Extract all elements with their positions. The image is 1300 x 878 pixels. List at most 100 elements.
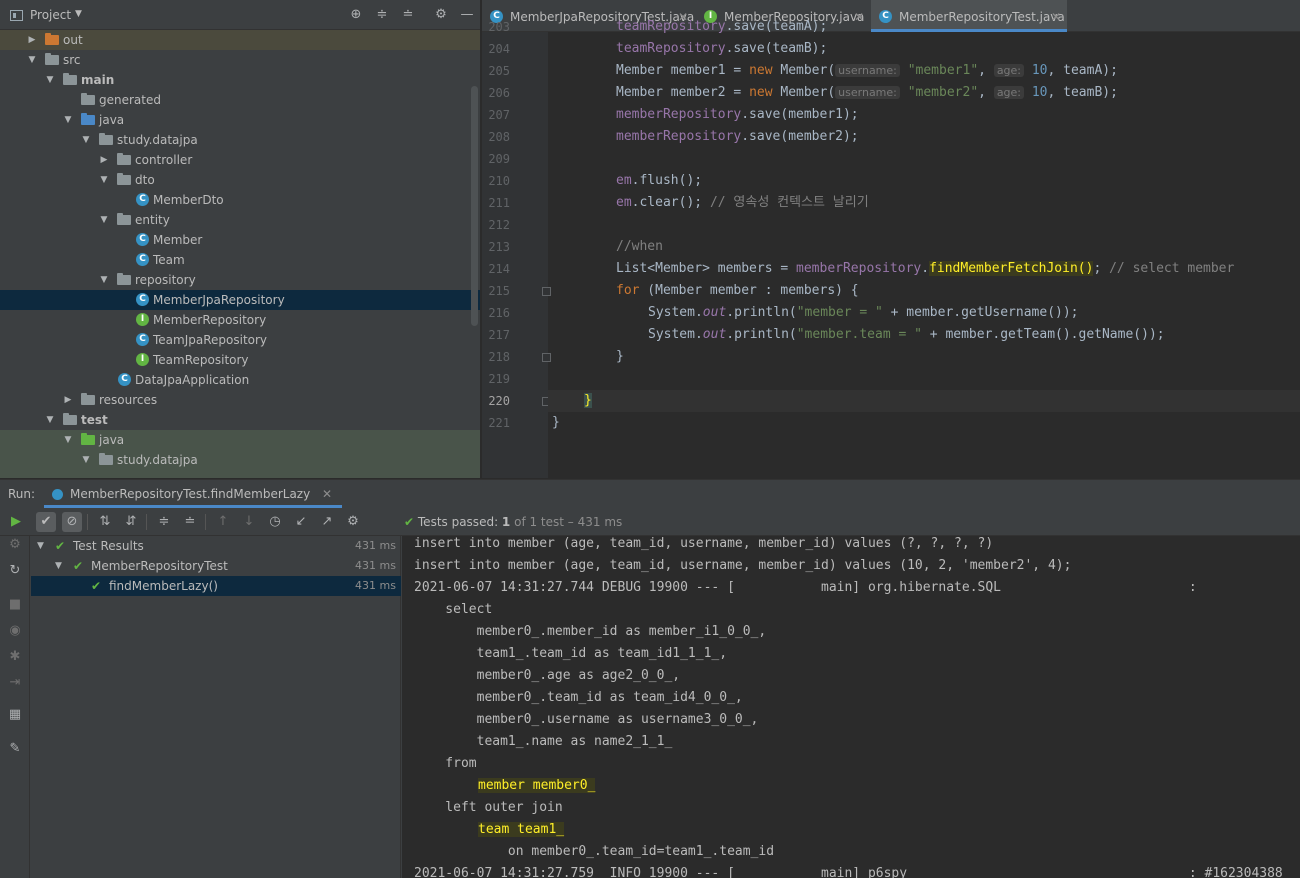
tree-item-datajpaapplication[interactable]: C DataJpaApplication (0, 370, 480, 390)
code-line: //when (616, 239, 663, 254)
folder-generated-icon (81, 93, 95, 105)
collapse-all-icon[interactable]: ≐ (399, 6, 417, 24)
package-icon (99, 133, 113, 145)
tree-item-main[interactable]: ▼ main (0, 70, 480, 90)
code-line: } (552, 415, 560, 430)
close-icon[interactable]: ✕ (322, 487, 332, 501)
tree-item-test-java[interactable]: ▼ java (0, 430, 480, 450)
chevron-down-icon[interactable]: ▼ (37, 536, 44, 556)
tree-item-test-study-datajpa[interactable]: ▼ study.datajpa (0, 450, 480, 470)
run-config-tab[interactable]: MemberRepositoryTest.findMemberLazy ✕ (44, 480, 343, 508)
stop-icon[interactable]: ■ (6, 596, 24, 614)
previous-failed-icon[interactable]: ↑ (213, 512, 233, 532)
expand-all-icon[interactable]: ≑ (373, 6, 391, 24)
parameter-hint: age: (993, 86, 1025, 99)
chevron-right-icon[interactable]: ▶ (26, 30, 38, 50)
expand-all-icon[interactable]: ≑ (154, 512, 174, 532)
layout-icon[interactable]: ▦ (6, 706, 24, 724)
export-icon[interactable]: ↗ (317, 512, 337, 532)
tree-item-memberdto[interactable]: C MemberDto (0, 190, 480, 210)
result-label: MemberRepositoryTest (91, 559, 228, 573)
result-row-class[interactable]: ▼ ✔ MemberRepositoryTest 431 ms (31, 556, 401, 576)
search-highlight: team team1_ (478, 822, 565, 837)
chevron-down-icon[interactable]: ▼ (62, 430, 74, 450)
chevron-down-icon[interactable]: ▼ (98, 170, 110, 190)
class-icon: C (136, 253, 149, 266)
project-scrollbar[interactable] (471, 86, 478, 326)
console-line: insert into member (age, team_id, userna… (414, 536, 994, 551)
result-row-method[interactable]: ✔ findMemberLazy() 431 ms (31, 576, 401, 596)
settings-icon[interactable]: ✱ (6, 648, 24, 666)
chevron-down-icon[interactable]: ▼ (75, 9, 82, 19)
result-row-root[interactable]: ▼ ✔ Test Results 431 ms (31, 536, 401, 556)
chevron-down-icon[interactable]: ▼ (44, 410, 56, 430)
tree-item-label: MemberDto (153, 193, 224, 207)
tree-item-entity[interactable]: ▼ entity (0, 210, 480, 230)
tree-item-out[interactable]: ▶ out (0, 30, 480, 50)
gear-icon[interactable]: ⚙ (432, 6, 450, 24)
run-label: Run: (8, 487, 36, 501)
collapse-all-icon[interactable]: ≐ (180, 512, 200, 532)
chevron-down-icon[interactable]: ▼ (98, 270, 110, 290)
import-tests-icon[interactable]: ↙ (291, 512, 311, 532)
sort-duration-icon[interactable]: ⇵ (121, 512, 141, 532)
status-suffix: of 1 test – 431 ms (510, 515, 623, 529)
tree-item-generated[interactable]: generated (0, 90, 480, 110)
chevron-down-icon[interactable]: ▼ (62, 110, 74, 130)
chevron-down-icon[interactable]: ▼ (55, 556, 62, 576)
pin-icon[interactable]: ✎ (6, 740, 24, 758)
chevron-down-icon[interactable]: ▼ (80, 130, 92, 150)
pass-check-icon: ✔ (73, 559, 84, 573)
minimize-icon[interactable]: — (458, 6, 476, 24)
tree-item-memberjparepository[interactable]: C MemberJpaRepository (0, 290, 480, 310)
chevron-right-icon[interactable]: ▶ (98, 150, 110, 170)
tree-item-team[interactable]: C Team (0, 250, 480, 270)
chevron-right-icon[interactable]: ▶ (62, 390, 74, 410)
tab-label: MemberRepositoryTest.java (899, 10, 1065, 24)
code-area[interactable]: teamRepository.save(teamA); teamReposito… (548, 19, 1300, 478)
toggle-auto-test-icon[interactable]: ↻ (6, 562, 24, 580)
locate-icon[interactable]: ⊕ (347, 6, 365, 24)
rerun-icon[interactable]: ▶ (6, 512, 26, 532)
tree-item-dto[interactable]: ▼ dto (0, 170, 480, 190)
show-ignored-icon[interactable]: ⊘ (62, 512, 82, 532)
line-number-gutter: 203 204 205 206 207 208 209 210 211 212 … (482, 20, 551, 478)
sort-alpha-icon[interactable]: ⇅ (95, 512, 115, 532)
tree-item-memberrepository[interactable]: I MemberRepository (0, 310, 480, 330)
search-highlight: member member0_ (478, 778, 596, 793)
next-failed-icon[interactable]: ↓ (239, 512, 259, 532)
tree-item-label: entity (135, 213, 170, 227)
camera-icon[interactable]: ◉ (6, 622, 24, 640)
folder-icon (63, 413, 77, 425)
project-title[interactable]: Project (30, 8, 71, 22)
tree-item-resources[interactable]: ▶ resources (0, 390, 480, 410)
tree-item-src[interactable]: ▼ src (0, 50, 480, 70)
tree-item-study-datajpa[interactable]: ▼ study.datajpa (0, 130, 480, 150)
close-icon[interactable]: ✕ (854, 0, 864, 34)
tree-item-controller[interactable]: ▶ controller (0, 150, 480, 170)
tree-item-test[interactable]: ▼ test (0, 410, 480, 430)
chevron-down-icon[interactable]: ▼ (26, 50, 38, 70)
close-icon[interactable]: ✕ (1051, 0, 1061, 34)
show-passed-icon[interactable]: ✔ (36, 512, 56, 532)
line-number: 209 (488, 152, 510, 166)
gear-icon[interactable]: ⚙ (343, 512, 363, 532)
pass-check-icon: ✔ (404, 515, 415, 529)
tree-item-teamrepository[interactable]: I TeamRepository (0, 350, 480, 370)
history-icon[interactable]: ◷ (265, 512, 285, 532)
chevron-down-icon[interactable]: ▼ (98, 210, 110, 230)
tree-item-repository[interactable]: ▼ repository (0, 270, 480, 290)
chevron-down-icon[interactable]: ▼ (80, 450, 92, 470)
debug-icon[interactable]: ⚙ (6, 536, 24, 554)
tab-memberrepositorytest[interactable]: C MemberRepositoryTest.java ✕ (871, 0, 1067, 32)
folder-test-source-icon (81, 433, 95, 445)
class-icon: C (136, 193, 149, 206)
console-output[interactable]: insert into member (age, team_id, userna… (402, 536, 1300, 878)
exit-icon[interactable]: ⇥ (6, 674, 24, 692)
tree-item-member[interactable]: C Member (0, 230, 480, 250)
line-number: 208 (488, 130, 510, 144)
tree-item-java[interactable]: ▼ java (0, 110, 480, 130)
chevron-down-icon[interactable]: ▼ (44, 70, 56, 90)
tree-item-teamjparepository[interactable]: C TeamJpaRepository (0, 330, 480, 350)
run-tab-label: MemberRepositoryTest.findMemberLazy (70, 487, 311, 501)
